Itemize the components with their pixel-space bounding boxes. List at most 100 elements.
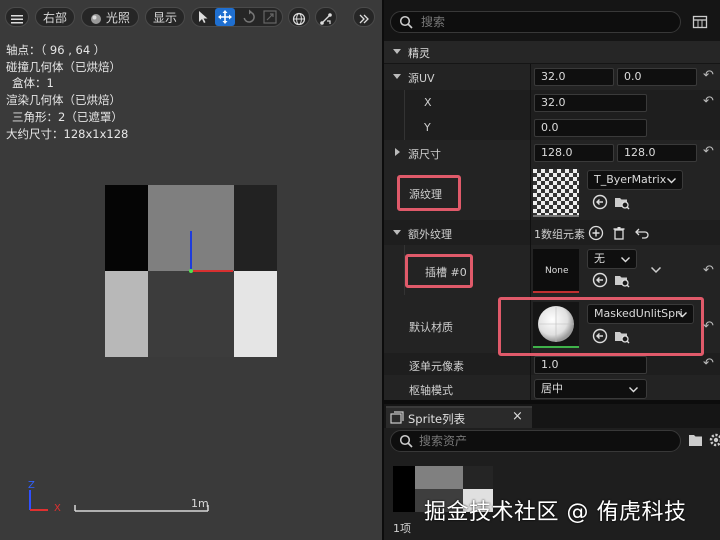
gear-icon[interactable] [708, 432, 720, 448]
scale-bar [74, 505, 209, 512]
reset-arrow-icon[interactable]: ↶ [703, 68, 714, 83]
source-texture-label: 源纹理 [409, 188, 442, 201]
source-dimension-label: 源尺寸 [408, 148, 441, 161]
pivot-mode-label: 枢轴模式 [409, 384, 453, 397]
pixels-per-unit-label: 逐单元像素 [409, 360, 464, 373]
double-chevron-right-icon [359, 14, 369, 23]
pivot-mode-value: 居中 [541, 382, 563, 395]
slot0-thumbnail[interactable]: None [533, 249, 579, 293]
rotate-icon [243, 9, 255, 23]
chevron-down-icon [629, 387, 638, 393]
source-texture-thumbnail[interactable] [533, 169, 579, 217]
add-element-icon[interactable] [588, 225, 604, 241]
pivot-mode-combo[interactable]: 居中 [534, 379, 647, 399]
chevron-down-icon[interactable] [393, 230, 401, 236]
asset-search-input[interactable]: 搜索资产 [390, 430, 681, 452]
source-texture-asset-value: T_ByerMatrix [594, 173, 667, 186]
browse-folder-icon[interactable] [614, 272, 630, 288]
translate-tool-button[interactable] [215, 8, 235, 26]
chevron-down-icon [621, 257, 630, 263]
default-material-value: MaskedUnlitSpri [594, 307, 683, 320]
chevron-down-icon[interactable] [651, 267, 661, 274]
chevron-down-icon [667, 178, 676, 184]
slot0-combo-value: 无 [594, 252, 605, 265]
lighting-sphere-icon [91, 13, 102, 24]
transform-gizmo[interactable] [105, 185, 277, 357]
reset-arrow-icon[interactable]: ↶ [703, 94, 714, 109]
source-uv-y-label: Y [424, 121, 431, 134]
search-icon [399, 434, 413, 448]
source-uv-x-field[interactable]: 32.0 [534, 68, 614, 86]
browse-folder-icon[interactable] [614, 328, 630, 344]
show-button[interactable]: 显示 [145, 7, 185, 27]
snap-settings-button[interactable] [315, 7, 337, 27]
sprite-tab-icon [390, 411, 404, 424]
table-grid-icon [692, 15, 708, 29]
category-sprite-header[interactable]: 精灵 [384, 41, 720, 63]
close-tab-icon[interactable]: × [512, 409, 523, 424]
default-material-thumbnail[interactable] [533, 302, 579, 348]
source-uv-x-sub-field[interactable]: 32.0 [534, 94, 647, 112]
source-uv-label: 源UV [408, 72, 435, 85]
scale-bar-label: 1m [191, 497, 209, 510]
details-search-input[interactable]: 搜索 [390, 11, 681, 33]
scale-tool-button[interactable] [262, 9, 278, 25]
source-texture-asset-combo[interactable]: T_ByerMatrix [587, 170, 683, 190]
source-dimension-y-field[interactable]: 128.0 [617, 144, 697, 162]
slot0-thumb-text: None [545, 266, 569, 276]
sprite-list-tab-label: Sprite列表 [408, 412, 466, 426]
default-material-label: 默认材质 [409, 321, 453, 334]
category-sprite-label: 精灵 [408, 47, 430, 60]
property-matrix-button[interactable] [692, 14, 708, 30]
sprite-list-tab[interactable]: Sprite列表 × [386, 406, 532, 428]
material-sphere-icon [538, 306, 574, 342]
source-uv-y-field[interactable]: 0.0 [617, 68, 697, 86]
folder-icon[interactable] [688, 433, 704, 447]
slot0-combo[interactable]: 无 [587, 249, 637, 269]
trash-icon[interactable] [611, 225, 627, 241]
source-dimension-x-field[interactable]: 128.0 [534, 144, 614, 162]
source-uv-x-label: X [424, 96, 432, 109]
reset-arrow-icon[interactable]: ↶ [703, 144, 714, 159]
view-mode-button[interactable]: 右部 [35, 7, 75, 27]
world-local-toggle[interactable] [288, 7, 310, 27]
axis-x-label: X [54, 503, 61, 514]
details-search-placeholder: 搜索 [421, 15, 446, 29]
reset-arrow-icon[interactable]: ↶ [703, 356, 714, 371]
reset-array-icon[interactable] [633, 225, 649, 241]
lighting-button[interactable]: 光照 [81, 7, 139, 27]
show-label: 显示 [152, 11, 177, 25]
additional-textures-label: 额外纹理 [408, 228, 452, 241]
browse-folder-icon[interactable] [614, 194, 630, 210]
hamburger-menu-button[interactable] [5, 7, 29, 27]
triangle-count-text: 三角形：2（已遮罩） [12, 109, 123, 124]
sprite-viewport[interactable]: 右部 光照 显示 轴点：（ 96 , 64 ） 碰撞几何体（已烘焙） 盒体：1 … [0, 0, 382, 540]
globe-icon [292, 12, 306, 25]
asset-search-placeholder: 搜索资产 [419, 434, 468, 448]
chevron-right-icon[interactable] [395, 148, 401, 156]
use-selected-asset-icon[interactable] [592, 328, 608, 344]
watermark-text: 掘金技术社区 @ 侑虎科技 [424, 500, 687, 525]
default-material-combo[interactable]: MaskedUnlitSpri [587, 304, 694, 324]
render-geometry-text: 渲染几何体（已烘焙） [6, 93, 121, 108]
menu-icon [11, 14, 23, 23]
reset-arrow-icon[interactable]: ↶ [703, 319, 714, 334]
source-uv-y-sub-field[interactable]: 0.0 [534, 119, 647, 137]
reset-arrow-icon[interactable]: ↶ [703, 263, 714, 278]
scale-icon [263, 10, 277, 24]
view-mode-label: 右部 [42, 11, 67, 25]
lighting-label: 光照 [105, 11, 130, 25]
use-selected-asset-icon[interactable] [592, 272, 608, 288]
expand-toolbar-button[interactable] [353, 7, 375, 27]
indent-guide [404, 90, 405, 140]
approx-size-text: 大约尺寸：128x1x128 [6, 126, 129, 141]
select-tool-button[interactable] [195, 9, 211, 25]
box-count-text: 盒体：1 [12, 76, 54, 91]
chevron-down-icon[interactable] [393, 74, 401, 80]
move-arrows-icon [218, 10, 232, 24]
sprite-preview[interactable] [105, 185, 277, 357]
pixels-per-unit-field[interactable]: 1.0 [534, 356, 647, 374]
snap-icon [320, 12, 332, 25]
rotate-tool-button[interactable] [241, 9, 257, 25]
use-selected-asset-icon[interactable] [592, 194, 608, 210]
